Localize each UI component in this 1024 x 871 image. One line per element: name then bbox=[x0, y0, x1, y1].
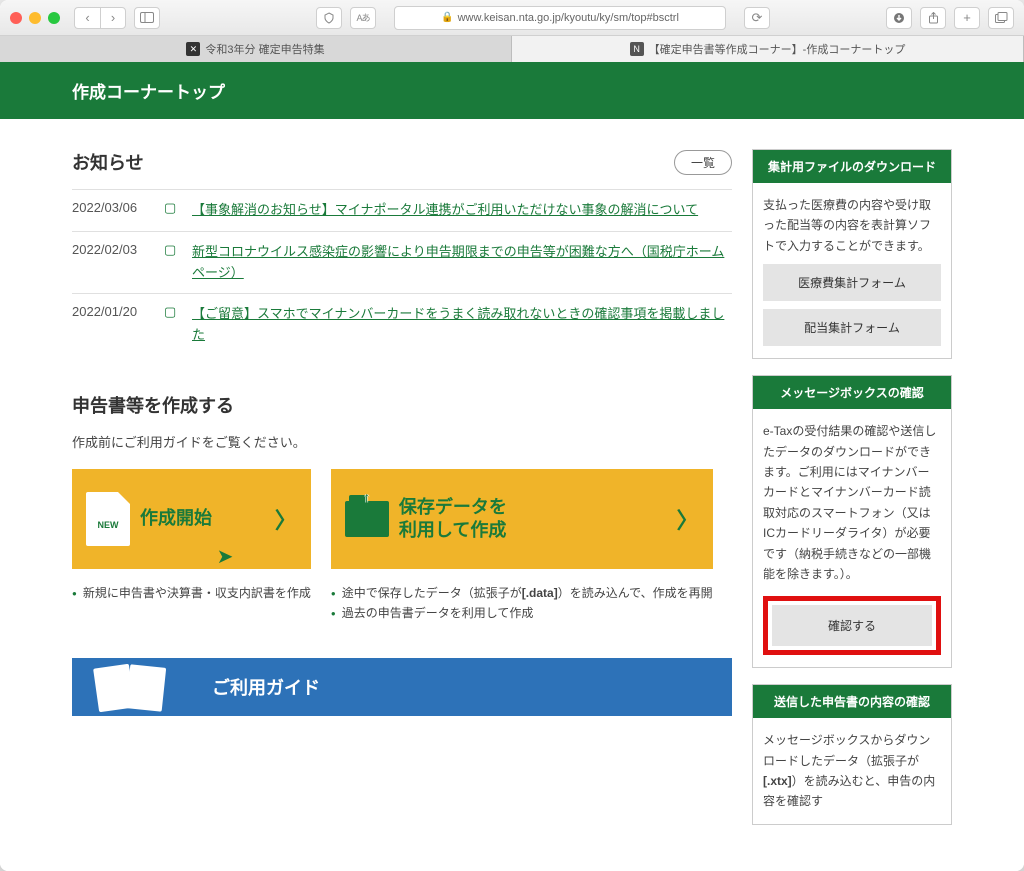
guide-documents-icon bbox=[96, 666, 164, 710]
reload-button[interactable]: ⟳ bbox=[744, 7, 770, 29]
shield-icon bbox=[323, 12, 335, 24]
list-item: 途中で保存したデータ（拡張子が[.data]）を読み込んで、作成を再開 bbox=[331, 583, 713, 603]
panel-heading: メッセージボックスの確認 bbox=[753, 376, 951, 409]
main-column: お知らせ 一覧 2022/03/06 ▢ 【事象解消のお知らせ】マイナポータル連… bbox=[72, 149, 732, 841]
forward-button[interactable]: › bbox=[100, 7, 126, 29]
list-item: 新規に申告書や決算書・収支内訳書を作成 bbox=[72, 583, 311, 603]
tab-1-favicon: ✕ bbox=[186, 42, 200, 56]
tabs-overview-button[interactable] bbox=[988, 7, 1014, 29]
load-saved-label-2: 利用して作成 bbox=[399, 519, 507, 542]
news-icon: ▢ bbox=[164, 200, 180, 221]
reader-button[interactable] bbox=[316, 7, 342, 29]
news-link[interactable]: 【事象解消のお知らせ】マイナポータル連携がご利用いただけない事象の解消について bbox=[192, 200, 732, 221]
start-new-card[interactable]: NEW ➤ 作成開始 〉 bbox=[72, 469, 311, 569]
news-item: 2022/01/20 ▢ 【ご留意】スマホでマイナンバーカードをうまく読み取れな… bbox=[72, 293, 732, 356]
chevron-right-icon: 〉 bbox=[275, 503, 297, 535]
create-heading: 申告書等を作成する bbox=[72, 392, 732, 418]
minimize-window-button[interactable] bbox=[29, 12, 41, 24]
tab-1[interactable]: ✕ 令和3年分 確定申告特集 bbox=[0, 36, 512, 62]
new-document-icon: NEW bbox=[86, 492, 130, 546]
download-icon bbox=[893, 12, 905, 24]
load-saved-card[interactable]: 保存データを 利用して作成 〉 bbox=[331, 469, 713, 569]
sidebar-toggle-button[interactable] bbox=[134, 7, 160, 29]
start-new-label: 作成開始 bbox=[140, 507, 212, 530]
page-content: 作成コーナートップ お知らせ 一覧 2022/03/06 ▢ 【事象解消のお知ら… bbox=[0, 62, 1024, 871]
panel-heading: 送信した申告書の内容の確認 bbox=[753, 685, 951, 718]
tab-2-label: 【確定申告書等作成コーナー】-作成コーナートップ bbox=[649, 41, 906, 57]
panel-desc: e-Taxの受付結果の確認や送信したデータのダウンロードができます。ご利用にはマ… bbox=[763, 421, 941, 584]
new-badge: NEW bbox=[98, 520, 119, 530]
news-icon: ▢ bbox=[164, 304, 180, 346]
usage-guide-banner[interactable]: ご利用ガイド bbox=[72, 658, 732, 716]
traffic-lights bbox=[10, 12, 60, 24]
tab-strip: ✕ 令和3年分 確定申告特集 N 【確定申告書等作成コーナー】-作成コーナートッ… bbox=[0, 36, 1024, 62]
news-link[interactable]: 【ご留意】スマホでマイナンバーカードをうまく読み取れないときの確認事項を掲載しま… bbox=[192, 304, 732, 346]
tab-1-label: 令和3年分 確定申告特集 bbox=[205, 41, 324, 57]
tabs-icon bbox=[995, 12, 1008, 23]
news-item: 2022/03/06 ▢ 【事象解消のお知らせ】マイナポータル連携がご利用いただ… bbox=[72, 189, 732, 231]
news-date: 2022/03/06 bbox=[72, 200, 152, 221]
chevron-right-icon: 〉 bbox=[677, 503, 699, 535]
share-button[interactable] bbox=[920, 7, 946, 29]
news-icon: ▢ bbox=[164, 242, 180, 284]
new-tab-button[interactable]: + bbox=[954, 7, 980, 29]
panel-download-forms: 集計用ファイルのダウンロード 支払った医療費の内容や受け取った配当等の内容を表計… bbox=[752, 149, 952, 359]
guide-label: ご利用ガイド bbox=[212, 674, 320, 700]
sidebar: 集計用ファイルのダウンロード 支払った医療費の内容や受け取った配当等の内容を表計… bbox=[752, 149, 952, 841]
load-saved-label-1: 保存データを bbox=[399, 496, 507, 519]
news-date: 2022/01/20 bbox=[72, 304, 152, 346]
browser-window: ‹ › Aあ 🔒 www.keisan.nta.go.jp/kyoutu/ky/… bbox=[0, 0, 1024, 871]
panel-desc: メッセージボックスからダウンロードしたデータ（拡張子が[.xtx]）を読み込むと… bbox=[763, 733, 935, 808]
lock-icon: 🔒 bbox=[441, 12, 453, 23]
news-more-button[interactable]: 一覧 bbox=[674, 150, 732, 175]
panel-desc: 支払った医療費の内容や受け取った配当等の内容を表計算ソフトで入力することができま… bbox=[763, 195, 941, 256]
close-window-button[interactable] bbox=[10, 12, 22, 24]
news-link[interactable]: 新型コロナウイルス感染症の影響により申告期限までの申告等が困難な方へ（国税庁ホー… bbox=[192, 242, 732, 284]
list-item: 過去の申告書データを利用して作成 bbox=[331, 603, 713, 623]
url-text: www.keisan.nta.go.jp/kyoutu/ky/sm/top#bs… bbox=[458, 12, 679, 24]
highlighted-frame: 確認する bbox=[763, 596, 941, 655]
panel-messagebox: メッセージボックスの確認 e-Taxの受付結果の確認や送信したデータのダウンロー… bbox=[752, 375, 952, 668]
sidebar-icon bbox=[140, 12, 154, 23]
tab-2-favicon: N bbox=[630, 42, 644, 56]
create-desc: 作成前にご利用ガイドをご覧ください。 bbox=[72, 432, 732, 451]
dividend-form-button[interactable]: 配当集計フォーム bbox=[763, 309, 941, 346]
folder-upload-icon bbox=[345, 501, 389, 537]
panel-sent-return: 送信した申告書の内容の確認 メッセージボックスからダウンロードしたデータ（拡張子… bbox=[752, 684, 952, 825]
cursor-icon: ➤ bbox=[217, 544, 234, 569]
news-date: 2022/02/03 bbox=[72, 242, 152, 284]
news-heading: お知らせ bbox=[72, 149, 144, 175]
text-size-button[interactable]: Aあ bbox=[350, 7, 376, 29]
confirm-button[interactable]: 確認する bbox=[772, 605, 932, 646]
tab-2[interactable]: N 【確定申告書等作成コーナー】-作成コーナートップ bbox=[512, 36, 1024, 62]
share-icon bbox=[928, 12, 939, 24]
zoom-window-button[interactable] bbox=[48, 12, 60, 24]
page-header: 作成コーナートップ bbox=[0, 62, 1024, 119]
news-item: 2022/02/03 ▢ 新型コロナウイルス感染症の影響により申告期限までの申告… bbox=[72, 231, 732, 294]
medical-form-button[interactable]: 医療費集計フォーム bbox=[763, 264, 941, 301]
download-button[interactable] bbox=[886, 7, 912, 29]
back-button[interactable]: ‹ bbox=[74, 7, 100, 29]
page-title: 作成コーナートップ bbox=[72, 78, 952, 103]
panel-heading: 集計用ファイルのダウンロード bbox=[753, 150, 951, 183]
browser-toolbar: ‹ › Aあ 🔒 www.keisan.nta.go.jp/kyoutu/ky/… bbox=[0, 0, 1024, 36]
address-bar[interactable]: 🔒 www.keisan.nta.go.jp/kyoutu/ky/sm/top#… bbox=[394, 6, 726, 30]
